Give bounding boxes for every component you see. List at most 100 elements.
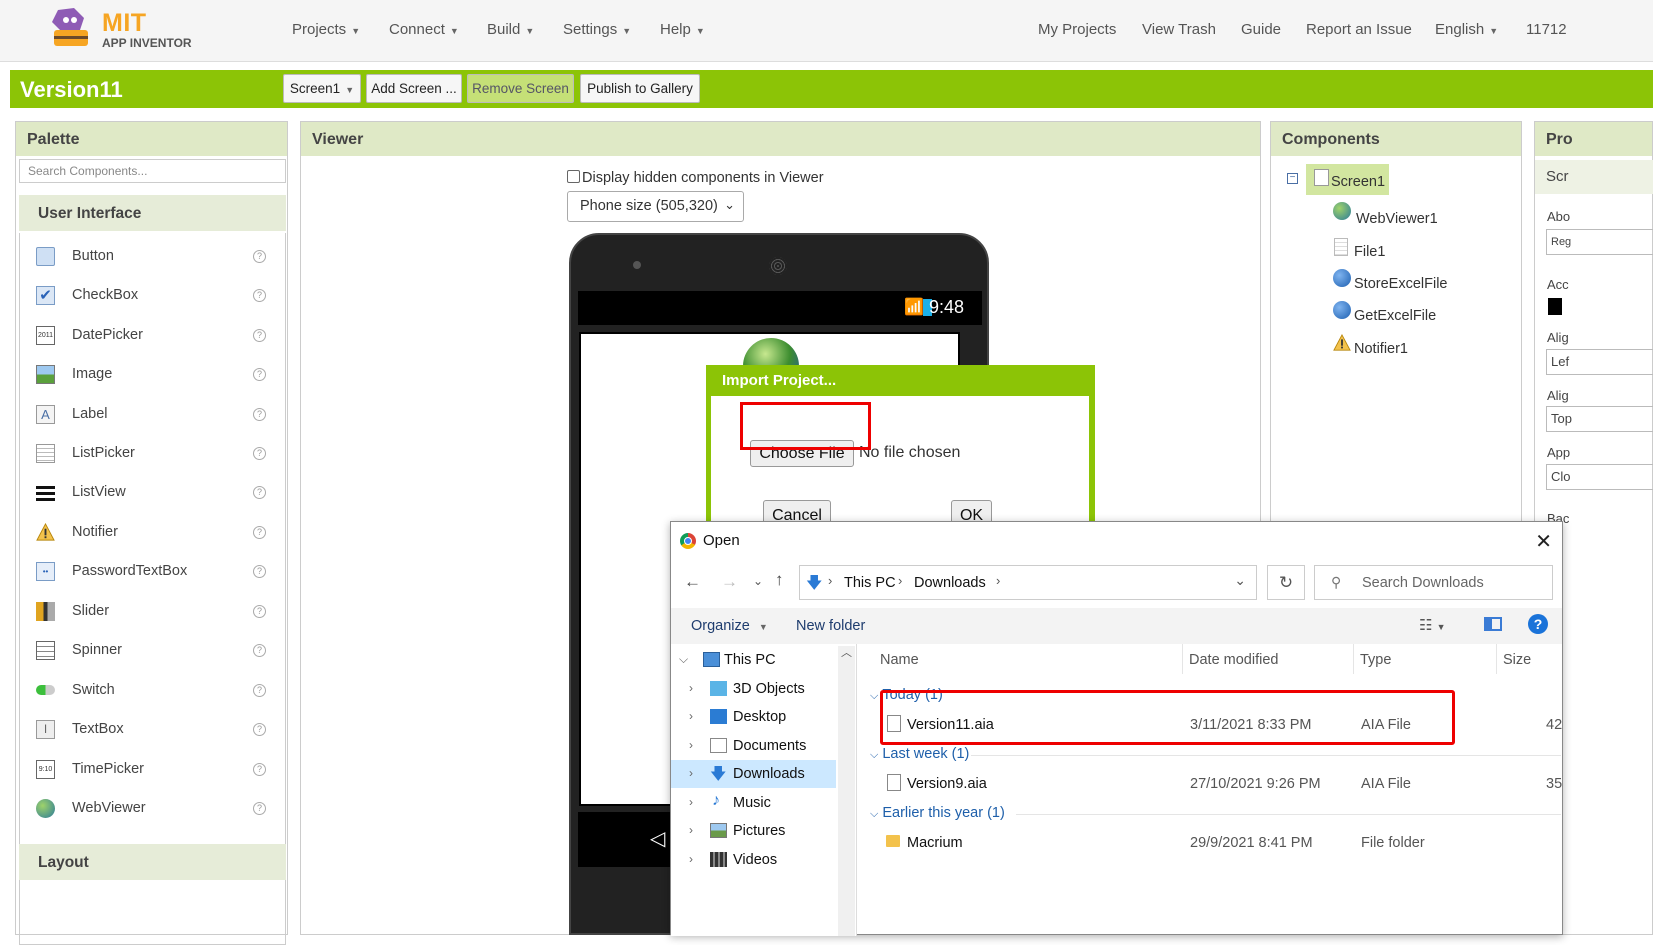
help-icon[interactable]: ? [253, 486, 266, 499]
help-circle-icon[interactable]: ? [1528, 614, 1548, 634]
address-bar[interactable]: 🡇 › This PC › Downloads › ⌄ [799, 565, 1257, 600]
palette-item-button[interactable]: Button? [20, 237, 285, 275]
navigation-scrollbar[interactable]: ︿ [838, 646, 855, 936]
checkbox-box[interactable] [567, 170, 580, 183]
collapse-icon[interactable]: − [1287, 173, 1298, 184]
palette-item-checkbox[interactable]: ✔ CheckBox? [20, 276, 285, 314]
group-header-last-week[interactable]: ⌵ Last week (1) [870, 746, 969, 762]
up-arrow-icon[interactable]: ↑ [775, 570, 784, 590]
help-icon[interactable]: ? [253, 802, 266, 815]
palette-section-user-interface[interactable]: User Interface [19, 195, 286, 231]
forward-arrow-icon[interactable]: → [721, 572, 738, 592]
component-webviewer1[interactable]: WebViewer1 [1333, 200, 1503, 230]
palette-item-slider[interactable]: Slider? [20, 592, 285, 630]
nav-item-this-pc[interactable]: ⌵ This PC [671, 646, 836, 674]
property-input[interactable]: Reg [1546, 229, 1653, 255]
component-screen1[interactable]: Screen1 [1306, 164, 1389, 195]
column-header-type[interactable]: Type [1360, 652, 1391, 668]
publish-gallery-button[interactable]: Publish to Gallery [580, 74, 700, 103]
palette-search-input[interactable]: Search Components... [19, 159, 286, 183]
file-row-macrium[interactable]: Macrium 29/9/2021 8:41 PM File folder [867, 828, 1564, 858]
palette-item-textbox[interactable]: I TextBox? [20, 710, 285, 748]
app-inventor-logo[interactable]: MIT APP INVENTOR [44, 6, 204, 52]
component-getexcelfile[interactable]: GetExcelFile [1333, 299, 1503, 329]
palette-item-timepicker[interactable]: 9:10 TimePicker? [20, 750, 285, 788]
refresh-button[interactable]: ↻ [1267, 565, 1305, 600]
menu-projects[interactable]: Projects ▼ [292, 21, 360, 38]
menu-settings[interactable]: Settings ▼ [563, 21, 631, 38]
screen-select-button[interactable]: Screen1 ▼ [283, 74, 361, 103]
property-checkbox[interactable] [1548, 298, 1562, 315]
breadcrumb-downloads[interactable]: Downloads [914, 575, 986, 591]
scroll-up-icon[interactable]: ︿ [841, 644, 852, 660]
link-view-trash[interactable]: View Trash [1142, 21, 1216, 38]
nav-item-3d-objects[interactable]: › 3D Objects [671, 675, 836, 703]
menu-connect[interactable]: Connect ▼ [389, 21, 459, 38]
view-options-icon[interactable]: ☷ ▼ [1419, 616, 1446, 634]
menu-language[interactable]: English ▼ [1435, 21, 1498, 38]
help-icon[interactable]: ? [253, 447, 266, 460]
palette-item-label[interactable]: A Label? [20, 395, 285, 433]
palette-item-passwordtextbox[interactable]: •• PasswordTextBox? [20, 552, 285, 590]
nav-item-pictures[interactable]: › Pictures [671, 817, 836, 845]
breadcrumb-this-pc[interactable]: This PC [844, 575, 896, 591]
column-header-size[interactable]: Size [1503, 652, 1531, 668]
group-header-earlier-this-year[interactable]: ⌵ Earlier this year (1) [870, 805, 1005, 821]
component-storeexcelfile[interactable]: StoreExcelFile [1333, 267, 1503, 297]
remove-screen-button[interactable]: Remove Screen [467, 74, 574, 103]
add-screen-button[interactable]: Add Screen ... [366, 74, 462, 103]
palette-item-label: WebViewer [72, 800, 146, 816]
column-header-date-modified[interactable]: Date modified [1189, 652, 1278, 668]
link-report-issue[interactable]: Report an Issue [1306, 21, 1412, 38]
palette-item-switch[interactable]: Switch? [20, 671, 285, 709]
help-icon[interactable]: ? [253, 329, 266, 342]
help-icon[interactable]: ? [253, 684, 266, 697]
nav-item-downloads[interactable]: › 🡇 Downloads [671, 760, 836, 788]
help-icon[interactable]: ? [253, 644, 266, 657]
back-arrow-icon[interactable]: ← [684, 572, 701, 592]
palette-item-notifier[interactable]: Notifier? [20, 513, 285, 551]
menu-build[interactable]: Build ▼ [487, 21, 534, 38]
file-row-version9[interactable]: Version9.aia 27/10/2021 9:26 PM AIA File… [867, 769, 1564, 799]
palette-item-spinner[interactable]: Spinner? [20, 631, 285, 669]
recent-locations-icon[interactable]: ⌄ [753, 574, 763, 588]
organize-menu[interactable]: Organize ▼ [691, 618, 768, 634]
nav-item-videos[interactable]: › Videos [671, 846, 836, 874]
help-icon[interactable]: ? [253, 368, 266, 381]
help-icon[interactable]: ? [253, 723, 266, 736]
help-icon[interactable]: ? [253, 250, 266, 263]
help-icon[interactable]: ? [253, 289, 266, 302]
property-select[interactable]: Lef [1546, 349, 1653, 375]
palette-item-webviewer[interactable]: WebViewer? [20, 789, 285, 827]
palette-item-listpicker[interactable]: ListPicker? [20, 434, 285, 472]
link-my-projects[interactable]: My Projects [1038, 21, 1116, 38]
palette-item-listview[interactable]: ListView? [20, 473, 285, 511]
component-file1[interactable]: File1 [1333, 235, 1503, 265]
phone-size-select[interactable]: Phone size (505,320) ⌄ [567, 191, 744, 222]
display-hidden-checkbox[interactable]: Display hidden components in Viewer [567, 170, 824, 186]
preview-pane-icon[interactable] [1484, 617, 1502, 631]
palette-section-layout[interactable]: Layout [19, 844, 286, 880]
property-select[interactable]: Clo [1546, 464, 1653, 490]
property-select[interactable]: Top [1546, 406, 1653, 432]
help-icon[interactable]: ? [253, 605, 266, 618]
palette-item-image[interactable]: Image? [20, 355, 285, 393]
nav-item-documents[interactable]: › Documents [671, 732, 836, 760]
nav-item-music[interactable]: › ♪ Music [671, 789, 836, 817]
palette-item-datepicker[interactable]: 2011 DatePicker? [20, 316, 285, 354]
menu-help[interactable]: Help ▼ [660, 21, 705, 38]
help-icon[interactable]: ? [253, 763, 266, 776]
help-icon[interactable]: ? [253, 565, 266, 578]
column-header-name[interactable]: Name [880, 652, 919, 668]
user-account-menu[interactable]: 11712 [1526, 21, 1567, 38]
properties-screen-name: Scr [1535, 160, 1653, 194]
close-icon[interactable]: ✕ [1535, 529, 1552, 554]
help-icon[interactable]: ? [253, 526, 266, 539]
address-dropdown-icon[interactable]: ⌄ [1234, 572, 1246, 589]
component-notifier1[interactable]: Notifier1 [1333, 332, 1503, 362]
search-downloads-input[interactable]: ⚲ Search Downloads [1314, 565, 1553, 600]
new-folder-button[interactable]: New folder [796, 618, 865, 634]
help-icon[interactable]: ? [253, 408, 266, 421]
link-guide[interactable]: Guide [1241, 21, 1281, 38]
nav-item-desktop[interactable]: › Desktop [671, 703, 836, 731]
